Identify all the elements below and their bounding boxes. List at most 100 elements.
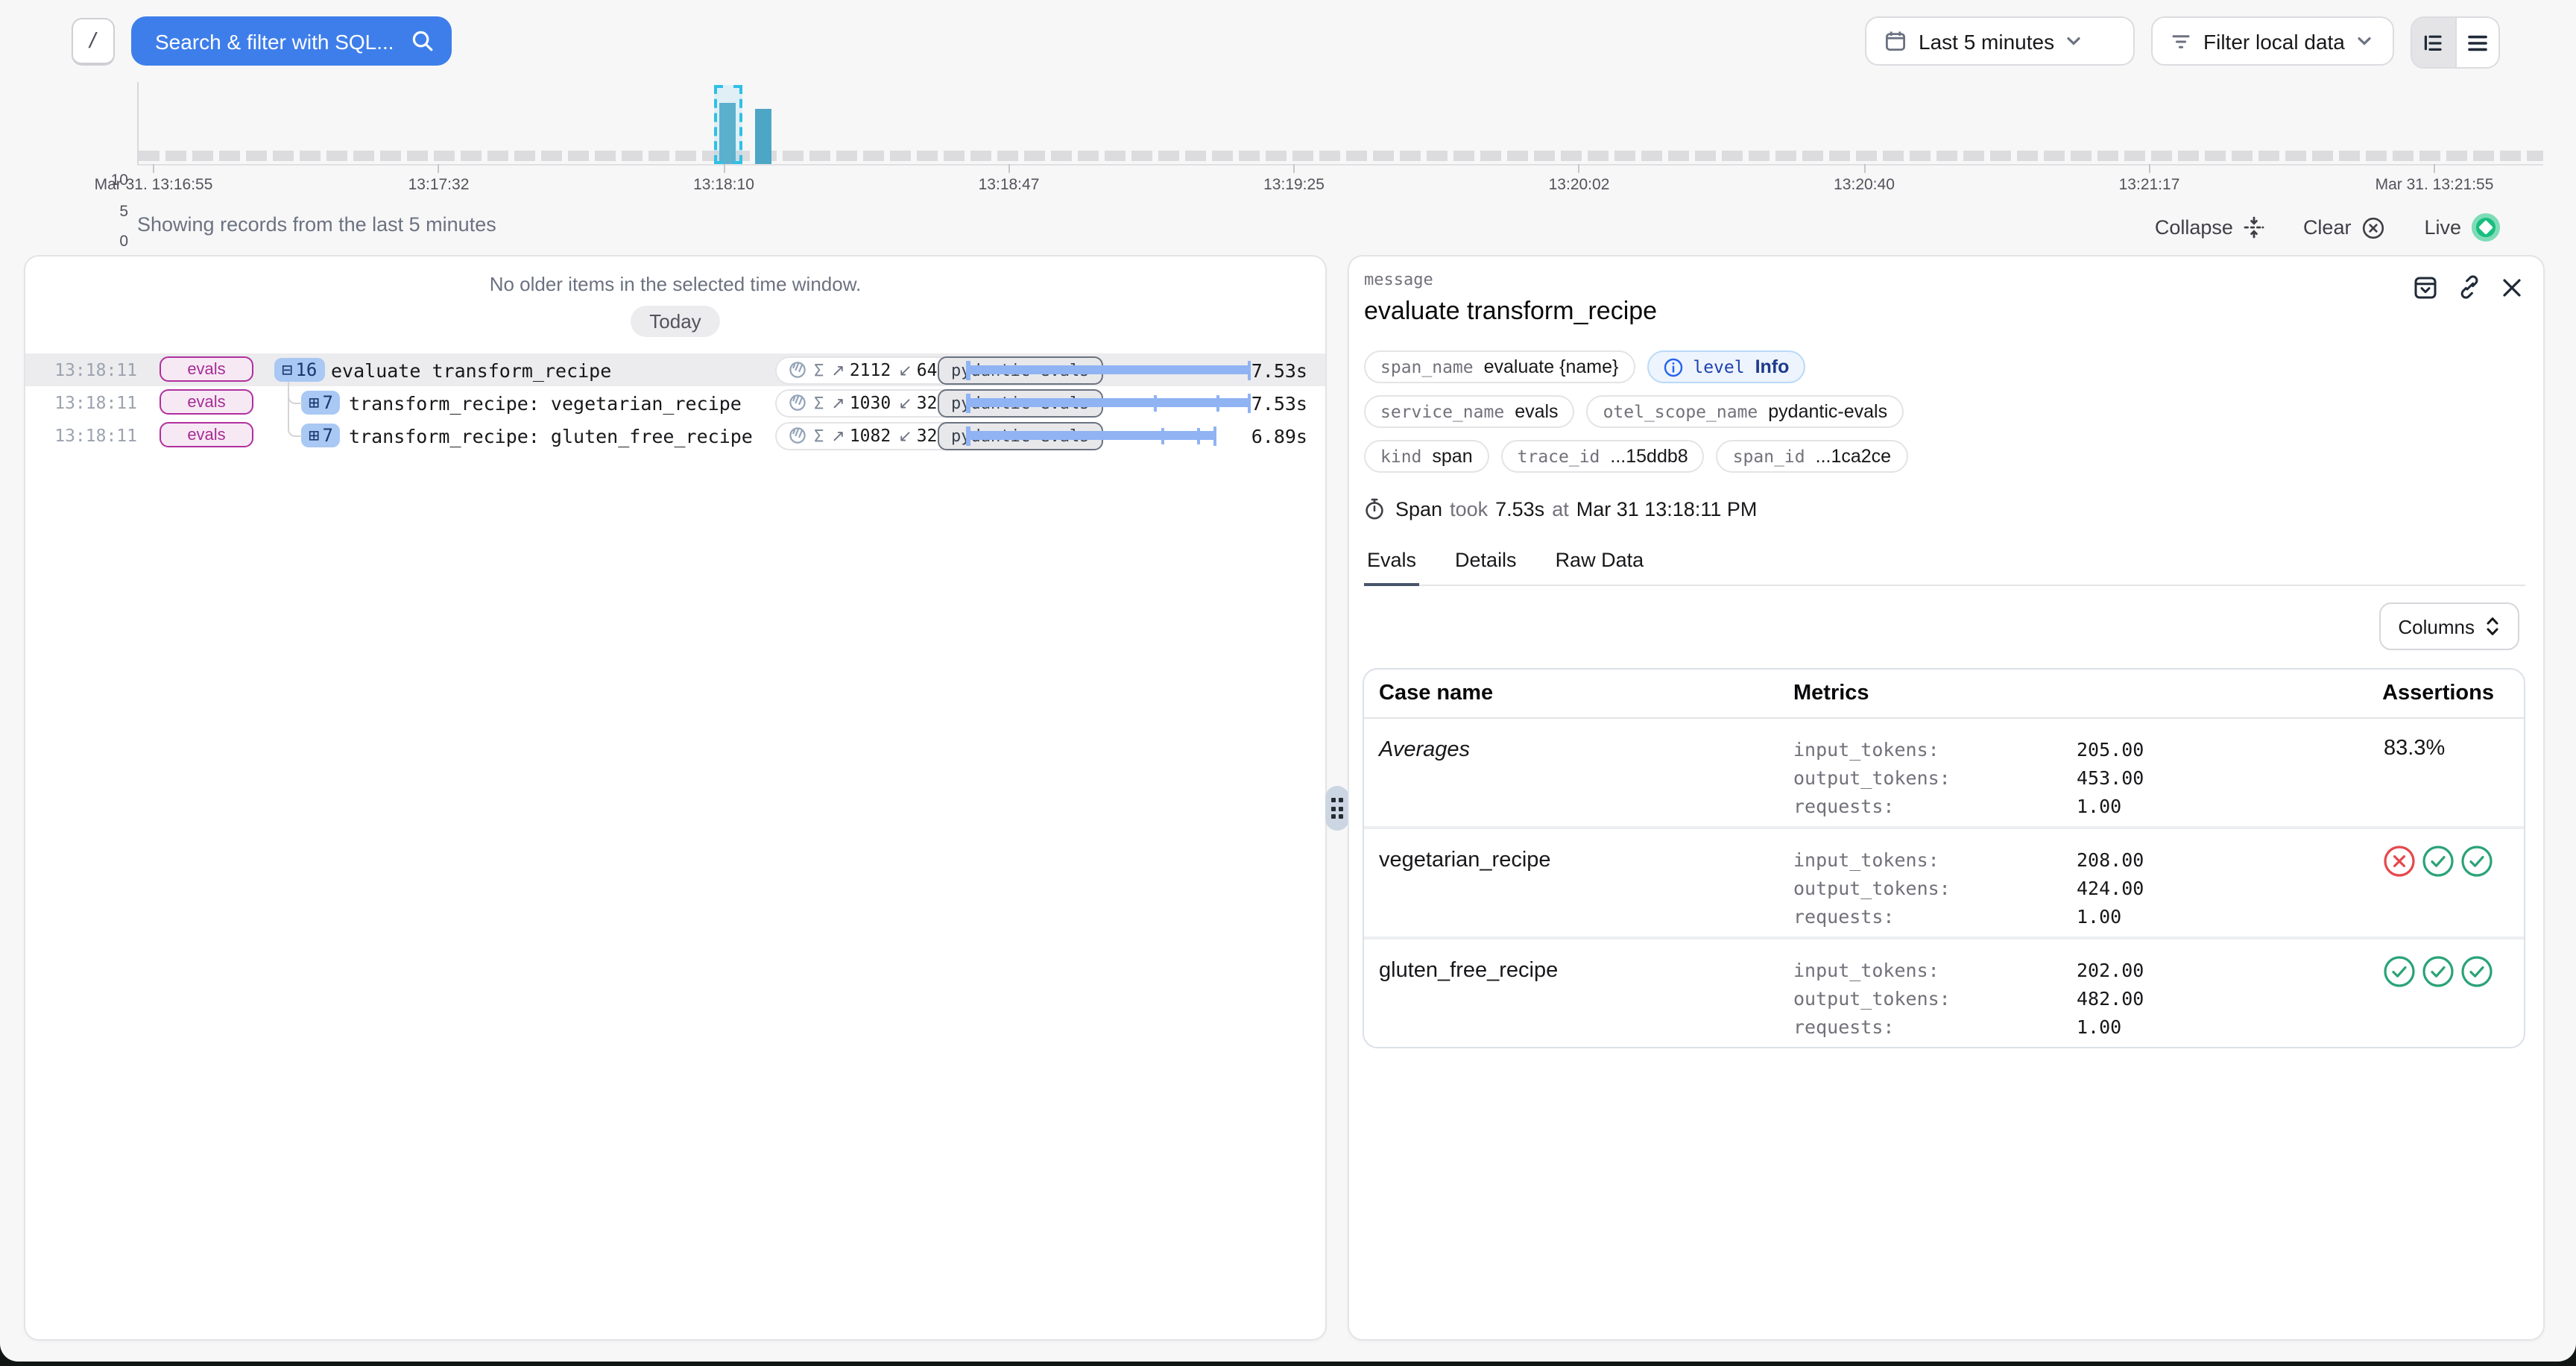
trace-row[interactable]: 13:18:11evals⊞7transform_recipe: gluten_…: [25, 419, 1325, 452]
attribute-value: evals: [1515, 401, 1558, 422]
service-tag-badge[interactable]: evals: [160, 422, 253, 447]
trace-timestamp: 13:18:11: [48, 359, 137, 380]
date-separator-pill[interactable]: Today: [630, 306, 720, 337]
open-in-panel-icon[interactable]: [2414, 275, 2437, 299]
x-axis-tick: [2149, 164, 2150, 173]
clear-icon: [2361, 215, 2385, 239]
span-name: transform_recipe: vegetarian_recipe: [349, 392, 742, 415]
attribute-pill[interactable]: trace_id...15ddb8: [1501, 440, 1705, 473]
child-span-tick: [1196, 427, 1199, 444]
tab-raw-data[interactable]: Raw Data: [1553, 543, 1647, 585]
assertion-icons: [2382, 844, 2494, 878]
attribute-pill[interactable]: otel_scope_namepydantic-evals: [1587, 395, 1904, 428]
x-axis-tick-label: 13:17:32: [408, 176, 470, 194]
close-icon[interactable]: [2501, 277, 2522, 298]
sigma-icon: Σ: [814, 360, 824, 380]
duration-bar[interactable]: [966, 398, 1251, 407]
duration-bar[interactable]: [966, 365, 1251, 374]
tokens-icon: [789, 427, 806, 444]
eval-table-row[interactable]: Averagesinput_tokens:205.00output_tokens…: [1364, 719, 2524, 826]
attribute-pill[interactable]: span_id...1ca2ce: [1717, 440, 1907, 473]
copy-link-icon[interactable]: [2457, 274, 2482, 300]
case-name-cell: gluten_free_recipe: [1379, 959, 1558, 983]
trace-row[interactable]: 13:18:11evals⊞7transform_recipe: vegetar…: [25, 386, 1325, 419]
attribute-key: level: [1693, 356, 1744, 377]
tree-view-icon: [2423, 32, 2444, 53]
tab-details[interactable]: Details: [1452, 543, 1520, 585]
message-field-label: message: [1364, 270, 2525, 289]
assertion-pass-icon: [2460, 844, 2494, 878]
attribute-pill[interactable]: service_name evals: [1364, 395, 1575, 428]
info-icon: [1663, 357, 1682, 377]
attribute-value: evaluate {name}: [1484, 356, 1619, 377]
list-view-button[interactable]: [2455, 18, 2498, 67]
sent-tokens: ↗ 1082: [831, 425, 891, 446]
child-count: 7: [322, 424, 332, 445]
columns-button[interactable]: Columns: [2378, 602, 2519, 650]
x-axis-tick-label: 13:20:02: [1549, 176, 1610, 194]
metric-value: 1.00: [2077, 795, 2121, 823]
service-tag-badge[interactable]: evals: [160, 389, 253, 415]
metric-label: output_tokens:: [1793, 877, 2077, 905]
arrow-down-left-icon: ↙: [898, 428, 912, 446]
filter-local-data-select[interactable]: Filter local data: [2151, 16, 2394, 66]
assertion-icons: [2382, 954, 2494, 989]
tokens-icon: [789, 361, 806, 379]
expand-children-chip[interactable]: ⊞7: [301, 390, 341, 414]
attribute-value: span: [1432, 446, 1472, 467]
evals-table: Case name Metrics Assertions Averagesinp…: [1363, 668, 2525, 1048]
metric-label: requests:: [1793, 795, 2077, 823]
arrow-up-right-icon: ↗: [831, 362, 845, 380]
tree-view-button[interactable]: [2412, 18, 2455, 67]
arrow-up-right-icon: ↗: [831, 428, 845, 446]
col-header-assertions: Assertions: [2382, 682, 2494, 705]
token-stats-chip[interactable]: Σ↗ 1082↙ 325: [775, 421, 961, 450]
token-stats-chip[interactable]: Σ↗ 2112↙ 648: [775, 356, 961, 384]
live-label: Live: [2424, 216, 2461, 239]
x-axis-tick-label: Mar 31. 13:21:55: [2375, 176, 2494, 194]
token-stats-chip[interactable]: Σ↗ 1030↙ 323: [775, 388, 961, 417]
bar-end-cap: [1213, 426, 1216, 445]
search-label: Search & filter with SQL...: [155, 29, 394, 53]
metrics-cell: input_tokens:208.00output_tokens:424.00r…: [1793, 849, 2144, 934]
metric-line: output_tokens:482.00: [1793, 987, 2144, 1016]
page-background: / Search & filter with SQL... Last 5 min…: [0, 0, 2576, 1362]
service-tag-badge[interactable]: evals: [160, 356, 253, 382]
duration-bar-track: [966, 386, 1252, 419]
sent-tokens: ↗ 1030: [831, 392, 891, 413]
timeline-plot[interactable]: [137, 82, 2543, 164]
metric-label: input_tokens:: [1793, 959, 2077, 987]
duration-bar[interactable]: [966, 431, 1216, 440]
eval-table-row[interactable]: vegetarian_recipeinput_tokens:208.00outp…: [1364, 826, 2524, 937]
eval-table-row[interactable]: gluten_free_recipeinput_tokens:202.00out…: [1364, 937, 2524, 1047]
arrow-down-left-icon: ↙: [898, 362, 912, 380]
tab-evals[interactable]: Evals: [1364, 543, 1419, 586]
timeline-bar[interactable]: [754, 109, 771, 164]
clear-button[interactable]: Clear: [2303, 215, 2386, 239]
attribute-key: span_name: [1380, 356, 1474, 377]
assertion-pass-icon: [2382, 954, 2416, 989]
app-root: / Search & filter with SQL... Last 5 min…: [0, 0, 2576, 1366]
live-toggle[interactable]: Live: [2424, 213, 2500, 242]
search-button[interactable]: Search & filter with SQL...: [131, 16, 452, 66]
x-axis-tick-label: 13:19:25: [1263, 176, 1325, 194]
plus-box-icon: ⊞: [309, 393, 319, 411]
attribute-pill[interactable]: kind span: [1364, 440, 1489, 473]
clear-label: Clear: [2303, 216, 2352, 239]
time-range-select[interactable]: Last 5 minutes: [1865, 16, 2135, 66]
attribute-key: service_name: [1380, 401, 1504, 422]
collapse-button[interactable]: Collapse: [2155, 216, 2264, 239]
attribute-key: kind: [1380, 446, 1421, 467]
attribute-pill[interactable]: span_name evaluate {name}: [1364, 350, 1635, 383]
status-row: Showing records from the last 5 minutes …: [137, 213, 2500, 243]
metric-value: 1.00: [2077, 1016, 2121, 1044]
attribute-pill[interactable]: levelInfo: [1647, 350, 1805, 383]
expand-children-chip[interactable]: ⊞7: [301, 423, 341, 447]
collapse-children-chip[interactable]: ⊟16: [274, 357, 324, 381]
metric-value: 424.00: [2077, 877, 2144, 905]
bar-end-cap: [1247, 393, 1251, 412]
trace-row[interactable]: 13:18:11evals⊟16evaluate transform_recip…: [25, 353, 1325, 386]
tokens-icon: [789, 394, 806, 412]
panel-resize-handle[interactable]: [1325, 786, 1349, 831]
showing-records-label: Showing records from the last 5 minutes: [137, 213, 496, 236]
